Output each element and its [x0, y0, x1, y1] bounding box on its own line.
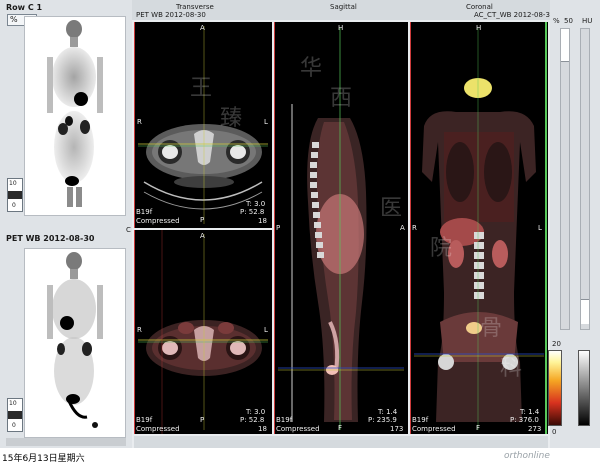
orientation-marker-head: H: [338, 24, 344, 32]
footer-logo: orthonline: [504, 451, 550, 461]
segment-title: Row C 1: [6, 3, 43, 12]
colorbar-max-label: 20: [552, 340, 561, 348]
thickness-readout: T: 3.0: [246, 200, 266, 208]
bottom-toolbar: [134, 436, 548, 448]
ct-study-label: AC_CT_WB 2012-08-30: [474, 11, 555, 19]
sagittal-header[interactable]: Sagittal: [330, 3, 357, 12]
transverse-header[interactable]: Transverse: [176, 3, 214, 12]
pet-window-slider[interactable]: [560, 28, 570, 330]
orientation-marker-posterior: P: [200, 216, 205, 224]
orientation-marker-anterior: A: [200, 24, 205, 32]
transverse-viewport-top[interactable]: A P R L B19f Compressed T: 3.0 P: 52.8 1…: [134, 22, 272, 228]
orientation-marker-left: L: [264, 326, 268, 334]
orientation-marker-anterior: A: [400, 224, 405, 232]
level-max-label: 10: [9, 400, 17, 407]
mip-body-bottom: [47, 252, 103, 428]
slice-number: 18: [258, 217, 267, 225]
kernel-label: B19f: [276, 416, 293, 424]
edge-marker-c: C: [126, 226, 131, 234]
level-min-label: 0: [12, 422, 16, 429]
coronal-fusion-image: [410, 22, 547, 434]
orientation-marker-head: H: [476, 24, 482, 32]
slider-thumb[interactable]: [581, 299, 589, 324]
thickness-readout: T: 1.4: [520, 408, 540, 416]
slider-handle[interactable]: [8, 411, 22, 419]
position-readout: P: 52.8: [240, 208, 265, 216]
slider-thumb[interactable]: [561, 29, 569, 62]
window-level-slider-bottom[interactable]: 10 0: [7, 398, 23, 432]
coronal-viewport[interactable]: H F R L B19f Compressed T: 1.4 P: 376.0 …: [410, 22, 548, 434]
series-title: PET WB 2012-08-30: [6, 234, 95, 243]
scale-fifty-label: 50: [564, 17, 573, 25]
scale-hu-label: HU: [582, 17, 593, 25]
transverse-ct-image: [134, 22, 268, 228]
ct-grayscale-bar: [578, 350, 590, 426]
orientation-marker-left: L: [538, 224, 542, 232]
compression-label: Compressed: [276, 425, 320, 433]
footer: 15年6月13日星期六 orthonline: [0, 448, 600, 465]
kernel-label: B19f: [412, 416, 429, 424]
mip-body-top: [47, 20, 103, 207]
transverse-viewport-bottom[interactable]: A P R L B19f Compressed T: 3.0 P: 52.8 1…: [134, 230, 272, 434]
footer-date: 15年6月13日星期六: [2, 454, 85, 464]
thumbnail-scrollbar[interactable]: [6, 438, 126, 446]
percent-label: %: [10, 15, 18, 24]
study-label: PET WB 2012-08-30: [136, 11, 206, 19]
orientation-marker-posterior: P: [200, 416, 205, 424]
slider-handle[interactable]: [8, 191, 22, 199]
compression-label: Compressed: [412, 425, 456, 433]
scale-percent-label: %: [553, 17, 560, 25]
compression-label: Compressed: [136, 425, 180, 433]
window-level-slider-top[interactable]: 10 0: [7, 178, 23, 212]
compression-label: Compressed: [136, 217, 180, 225]
orientation-marker-right: R: [137, 118, 142, 126]
kernel-label: B19f: [136, 416, 153, 424]
mip-thumbnail-top[interactable]: [24, 16, 126, 216]
slice-number: 273: [528, 425, 542, 433]
orientation-marker-posterior: P: [276, 224, 281, 232]
position-readout: P: 52.8: [240, 416, 265, 424]
level-max-label: 10: [9, 180, 17, 187]
thickness-readout: T: 1.4: [378, 408, 398, 416]
kernel-label: B19f: [136, 208, 153, 216]
transverse-fusion-image: [134, 230, 268, 434]
ct-window-slider[interactable]: [580, 28, 590, 330]
position-readout: P: 235.9: [368, 416, 397, 424]
orientation-marker-foot: F: [338, 424, 343, 432]
orientation-marker-right: R: [412, 224, 417, 232]
colorbar-min-label: 0: [552, 428, 557, 436]
sagittal-fusion-image: [274, 22, 404, 434]
position-readout: P: 376.0: [510, 416, 539, 424]
slice-number: 18: [258, 425, 267, 433]
orientation-marker-anterior: A: [200, 232, 205, 240]
sagittal-viewport[interactable]: H F P A B19f Compressed T: 1.4 P: 235.9 …: [274, 22, 408, 434]
orientation-marker-left: L: [264, 118, 268, 126]
pet-ct-viewer: Row C 1 % 1 10: [0, 0, 600, 448]
level-min-label: 0: [12, 202, 16, 209]
pet-colorbar: [548, 350, 562, 426]
orientation-marker-right: R: [137, 326, 142, 334]
orientation-marker-foot: F: [476, 424, 481, 432]
thickness-readout: T: 3.0: [246, 408, 266, 416]
slice-number: 173: [390, 425, 404, 433]
mip-thumbnail-bottom[interactable]: [24, 248, 126, 438]
